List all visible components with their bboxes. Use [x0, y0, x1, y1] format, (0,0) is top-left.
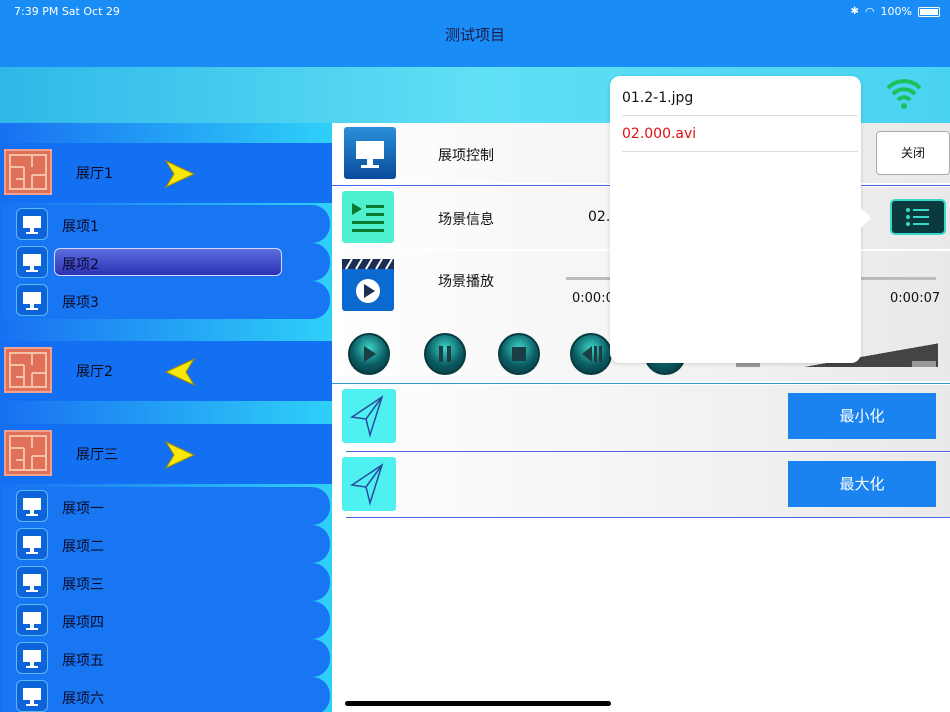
- yellow-arrow-icon[interactable]: [160, 153, 200, 195]
- list-item[interactable]: 展项六: [2, 677, 330, 712]
- monitor-icon: [344, 127, 396, 179]
- maximize-button[interactable]: 最大化: [788, 461, 936, 507]
- item-label: 展项二: [62, 539, 104, 555]
- item-label: 展项五: [62, 653, 104, 669]
- popover-arrow: [859, 206, 871, 230]
- hall-3[interactable]: 展厅三: [0, 424, 332, 484]
- divider: [346, 451, 950, 452]
- list-item[interactable]: 展项四: [2, 601, 330, 639]
- row-label: 场景信息: [438, 212, 494, 228]
- list-icon: [342, 191, 394, 243]
- pause-button[interactable]: [424, 333, 466, 375]
- item-label: 展项六: [62, 691, 104, 707]
- list-item[interactable]: 展项3: [2, 281, 330, 319]
- time-end: 0:00:07: [890, 291, 941, 306]
- item-label: 展项3: [62, 295, 99, 311]
- item-label: 展项四: [62, 615, 104, 631]
- wifi-status-icon: ◠: [864, 5, 875, 18]
- paper-plane-icon: [342, 457, 396, 511]
- status-right: ✱ ◠ 100%: [851, 5, 940, 18]
- list-item[interactable]: 展项一: [2, 487, 330, 525]
- status-time: 7:39 PM Sat Oct 29: [14, 5, 120, 18]
- close-button[interactable]: 关闭: [876, 131, 950, 175]
- battery-percent: 100%: [880, 5, 912, 18]
- volume-high-icon: [912, 361, 936, 367]
- hall-1[interactable]: 展厅1: [0, 143, 332, 203]
- monitor-icon: [16, 528, 48, 560]
- row-minimize: 最小化: [332, 385, 950, 451]
- monitor-icon: [16, 566, 48, 598]
- stop-button[interactable]: [498, 333, 540, 375]
- bluetooth-icon: ✱: [850, 6, 859, 17]
- item-label: 展项1: [62, 219, 99, 235]
- video-play-icon: [342, 258, 394, 311]
- list-item[interactable]: 展项1: [2, 205, 330, 243]
- floorplan-icon: [4, 149, 52, 195]
- monitor-icon: [16, 642, 48, 674]
- list-item[interactable]: 展项五: [2, 639, 330, 677]
- list-icon: [906, 208, 929, 226]
- hall-2[interactable]: 展厅2: [0, 341, 332, 401]
- file-item[interactable]: 01.2-1.jpg: [622, 78, 858, 116]
- monitor-icon: [16, 490, 48, 522]
- wifi-icon: [886, 79, 922, 109]
- minimize-button[interactable]: 最小化: [788, 393, 936, 439]
- time-start: 0:00:0: [572, 291, 614, 306]
- file-item-selected[interactable]: 02.000.avi: [622, 114, 858, 152]
- play-button[interactable]: [348, 333, 390, 375]
- divider: [346, 517, 950, 518]
- list-item[interactable]: 展项三: [2, 563, 330, 601]
- item-label: 展项2: [62, 257, 99, 273]
- battery-icon: [918, 6, 940, 17]
- hall-label: 展厅2: [76, 364, 113, 380]
- monitor-icon: [16, 208, 48, 240]
- monitor-icon: [16, 284, 48, 316]
- divider: [332, 383, 950, 384]
- rewind-button[interactable]: [570, 333, 612, 375]
- item-label: 展项一: [62, 501, 104, 517]
- home-indicator: [345, 701, 611, 706]
- row-maximize: 最大化: [332, 453, 950, 517]
- page-title: 测试项目: [444, 26, 505, 44]
- scene-list-button[interactable]: [890, 199, 946, 235]
- monitor-icon: [16, 246, 48, 278]
- hall-label: 展厅1: [76, 166, 113, 182]
- yellow-arrow-left-icon[interactable]: [160, 351, 200, 393]
- floorplan-icon: [4, 430, 52, 476]
- row-label: 展项控制: [438, 148, 494, 164]
- file-popover: 01.2-1.jpg 02.000.avi: [610, 76, 871, 363]
- paper-plane-icon: [342, 389, 396, 443]
- floorplan-icon: [4, 347, 52, 393]
- hall-label: 展厅三: [76, 447, 118, 463]
- row-label: 场景播放: [438, 274, 494, 290]
- status-bar: 7:39 PM Sat Oct 29 ✱ ◠ 100%: [0, 0, 950, 24]
- monitor-icon: [16, 680, 48, 712]
- item-label: 展项三: [62, 577, 104, 593]
- monitor-icon: [16, 604, 48, 636]
- list-item[interactable]: 展项二: [2, 525, 330, 563]
- yellow-arrow-icon[interactable]: [160, 434, 200, 476]
- sidebar: 展厅1 展项1 展项2 展项3 展厅2 展厅三 展项一 展项二 展项三 展项四 …: [0, 123, 332, 712]
- list-item-selected[interactable]: 展项2: [2, 243, 330, 281]
